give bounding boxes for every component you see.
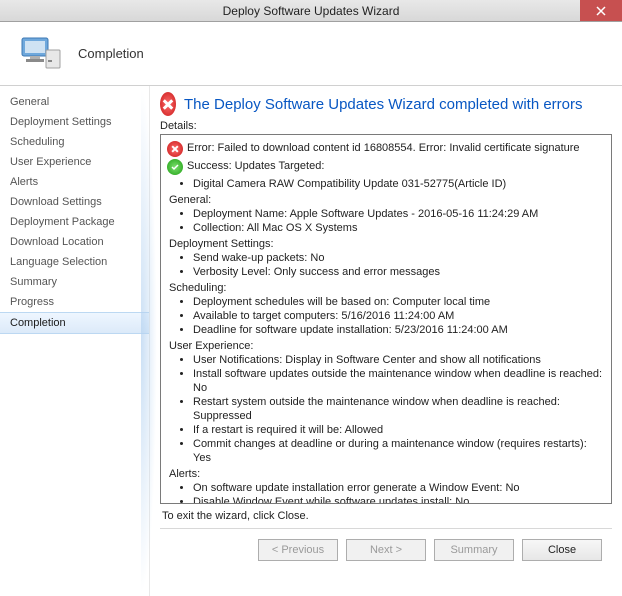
computer-icon	[16, 30, 64, 78]
success-icon	[167, 159, 183, 175]
list-item: Commit changes at deadline or during a m…	[193, 437, 605, 465]
exit-hint: To exit the wizard, click Close.	[162, 510, 610, 522]
section-title: Scheduling:	[169, 281, 605, 295]
error-icon	[167, 141, 183, 157]
next-button: Next >	[346, 539, 426, 561]
list-item: On software update installation error ge…	[193, 481, 605, 495]
list-item: User Notifications: Display in Software …	[193, 353, 605, 367]
list-item: Deadline for software update installatio…	[193, 323, 605, 337]
error-text: Error: Failed to download content id 168…	[187, 141, 580, 155]
status-message: The Deploy Software Updates Wizard compl…	[184, 96, 583, 113]
page-heading: Completion	[78, 46, 144, 61]
wizard-nav: GeneralDeployment SettingsSchedulingUser…	[0, 86, 150, 596]
section-title: Deployment Settings:	[169, 237, 605, 251]
close-icon[interactable]	[580, 0, 622, 21]
nav-item-deployment-package[interactable]: Deployment Package	[0, 212, 149, 232]
list-item: If a restart is required it will be: All…	[193, 423, 605, 437]
list-item: Send wake-up packets: No	[193, 251, 605, 265]
list-item: Restart system outside the maintenance w…	[193, 395, 605, 423]
nav-item-download-location[interactable]: Download Location	[0, 232, 149, 252]
section-title: User Experience:	[169, 339, 605, 353]
success-title: Success: Updates Targeted:	[187, 159, 324, 173]
nav-item-summary[interactable]: Summary	[0, 272, 149, 292]
details-panel[interactable]: Error: Failed to download content id 168…	[160, 134, 612, 504]
nav-item-deployment-settings[interactable]: Deployment Settings	[0, 112, 149, 132]
window-title: Deploy Software Updates Wizard	[223, 4, 400, 18]
list-item: Verbosity Level: Only success and error …	[193, 265, 605, 279]
nav-item-download-settings[interactable]: Download Settings	[0, 192, 149, 212]
wizard-header: Completion	[0, 22, 622, 86]
nav-item-general[interactable]: General	[0, 92, 149, 112]
list-item: Deployment Name: Apple Software Updates …	[193, 207, 605, 221]
wizard-footer: < Previous Next > Summary Close	[160, 528, 612, 561]
previous-button: < Previous	[258, 539, 338, 561]
nav-item-scheduling[interactable]: Scheduling	[0, 132, 149, 152]
list-item: Deployment schedules will be based on: C…	[193, 295, 605, 309]
nav-item-alerts[interactable]: Alerts	[0, 172, 149, 192]
details-label: Details:	[160, 120, 612, 132]
list-item: Available to target computers: 5/16/2016…	[193, 309, 605, 323]
section-title: Alerts:	[169, 467, 605, 481]
titlebar: Deploy Software Updates Wizard	[0, 0, 622, 22]
list-item: Disable Window Event while software upda…	[193, 495, 605, 504]
list-item: Install software updates outside the mai…	[193, 367, 605, 395]
nav-item-user-experience[interactable]: User Experience	[0, 152, 149, 172]
nav-item-progress[interactable]: Progress	[0, 292, 149, 312]
close-button[interactable]: Close	[522, 539, 602, 561]
list-item: Digital Camera RAW Compatibility Update …	[193, 177, 605, 191]
summary-button: Summary	[434, 539, 514, 561]
list-item: Collection: All Mac OS X Systems	[193, 221, 605, 235]
section-title: General:	[169, 193, 605, 207]
nav-item-language-selection[interactable]: Language Selection	[0, 252, 149, 272]
nav-item-completion[interactable]: Completion	[0, 312, 149, 334]
wizard-main: The Deploy Software Updates Wizard compl…	[150, 86, 622, 596]
error-icon	[160, 92, 176, 116]
